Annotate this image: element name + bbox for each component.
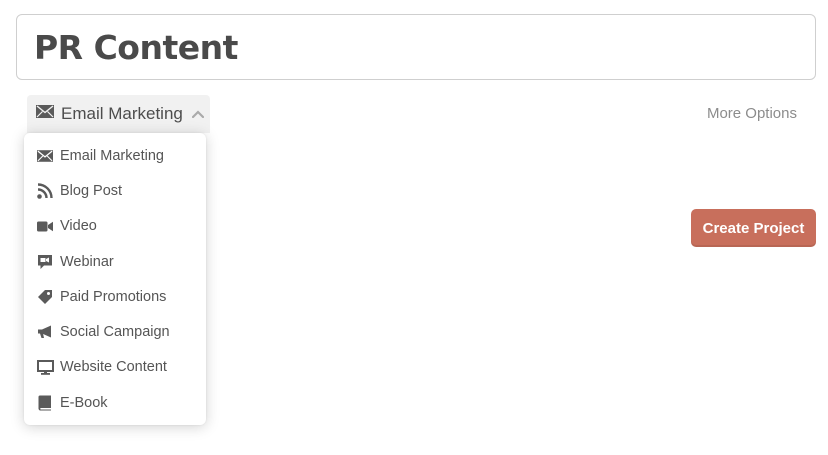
create-project-button[interactable]: Create Project bbox=[691, 209, 816, 247]
menu-item-video[interactable]: Video bbox=[24, 209, 206, 244]
envelope-icon bbox=[36, 147, 54, 165]
project-type-menu: Email Marketing Blog Post Video Webinar … bbox=[24, 133, 206, 425]
menu-item-label: Paid Promotions bbox=[60, 288, 167, 305]
book-icon bbox=[36, 394, 54, 412]
webinar-icon bbox=[36, 253, 54, 271]
envelope-icon bbox=[36, 105, 54, 123]
menu-item-label: Email Marketing bbox=[60, 147, 164, 164]
video-camera-icon bbox=[36, 217, 54, 235]
menu-item-paid-promotions[interactable]: Paid Promotions bbox=[24, 279, 206, 314]
create-project-page: PR Content Email Marketing More Options bbox=[0, 0, 828, 455]
menu-item-email-marketing[interactable]: Email Marketing bbox=[24, 138, 206, 173]
menu-item-label: Social Campaign bbox=[60, 324, 170, 341]
menu-item-label: Blog Post bbox=[60, 182, 123, 199]
menu-item-blog-post[interactable]: Blog Post bbox=[24, 173, 206, 208]
megaphone-icon bbox=[36, 323, 54, 341]
menu-item-social-campaign[interactable]: Social Campaign bbox=[24, 314, 206, 349]
menu-item-webinar[interactable]: Webinar bbox=[24, 244, 206, 279]
project-type-selected-label: Email Marketing bbox=[61, 104, 183, 123]
menu-item-label: Video bbox=[60, 218, 97, 235]
project-type-dropdown[interactable]: Email Marketing bbox=[27, 95, 210, 133]
tag-icon bbox=[36, 288, 54, 306]
more-options-link[interactable]: More Options bbox=[707, 105, 797, 122]
chevron-up-icon bbox=[191, 110, 204, 118]
project-title-input[interactable]: PR Content bbox=[16, 14, 816, 80]
menu-item-website-content[interactable]: Website Content bbox=[24, 350, 206, 385]
menu-item-label: Website Content bbox=[60, 359, 167, 376]
rss-icon bbox=[36, 182, 54, 200]
menu-item-label: E-Book bbox=[60, 394, 108, 411]
project-title-text: PR Content bbox=[34, 27, 238, 67]
menu-item-e-book[interactable]: E-Book bbox=[24, 385, 206, 420]
menu-item-label: Webinar bbox=[60, 253, 114, 270]
monitor-icon bbox=[36, 358, 54, 376]
